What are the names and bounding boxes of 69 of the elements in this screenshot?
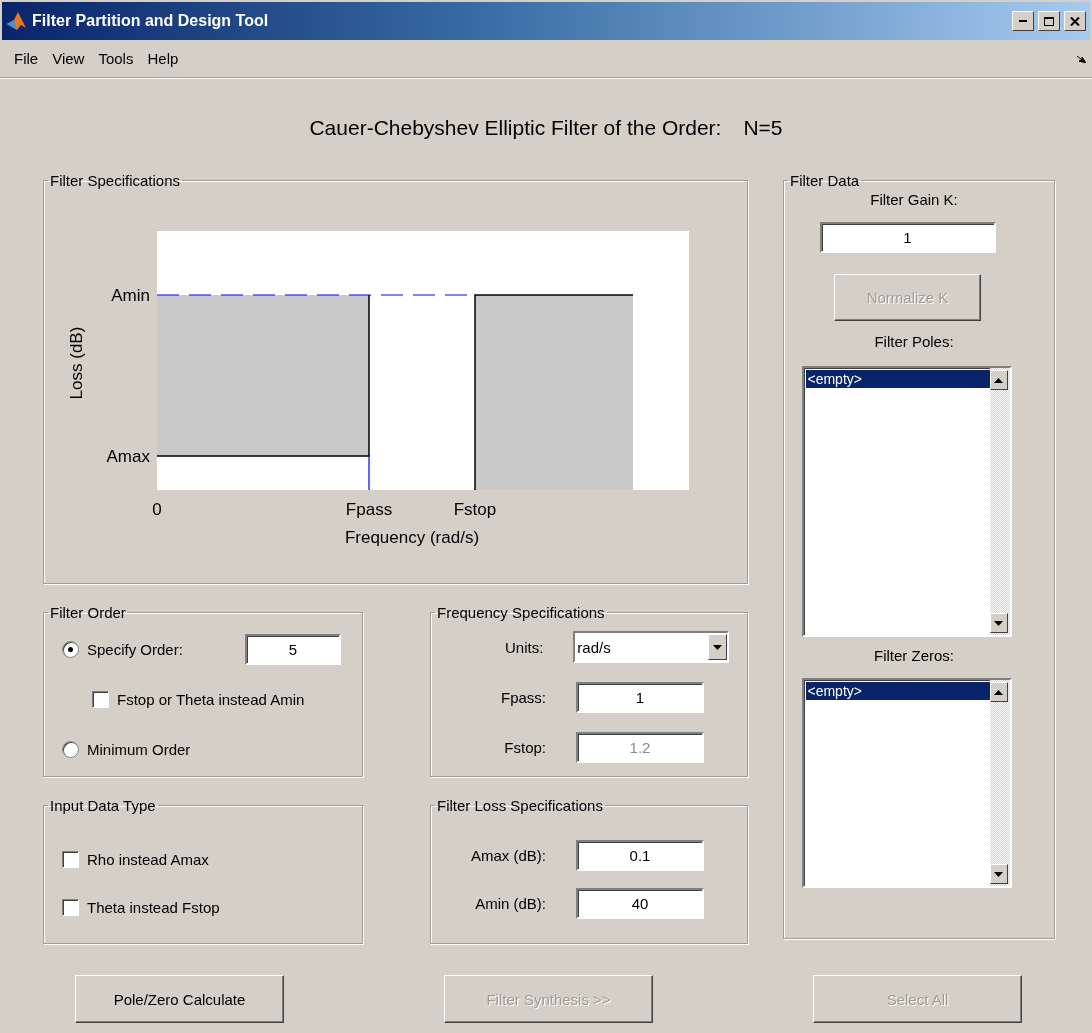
menu-item[interactable]: View	[45, 50, 92, 67]
panel-title: Filter Specifications	[49, 172, 182, 189]
option-label: Rho instead Amax	[87, 850, 209, 868]
number-field[interactable]: 0.1	[576, 839, 704, 871]
maximize-button[interactable]	[1038, 11, 1060, 31]
menu-item[interactable]: File	[7, 50, 46, 67]
number-field[interactable]: 1	[576, 681, 704, 713]
units-dropdown[interactable]: rad/s	[573, 631, 729, 663]
axis-label: Fpass	[345, 500, 393, 519]
axis-label: Amax	[106, 447, 150, 466]
axis-label: Amin	[111, 286, 150, 305]
list-box[interactable]: <empty>	[801, 366, 1012, 637]
scroll-down-button[interactable]	[989, 613, 1008, 633]
menu-item[interactable]: Help	[140, 50, 186, 67]
gain-label: Filter Gain K:	[870, 191, 958, 208]
gain-field[interactable]: 1	[819, 222, 996, 253]
dropdown-arrow-icon	[713, 644, 722, 650]
field-label: Fstop:	[503, 738, 547, 756]
y-axis-title: Loss (dB)	[67, 326, 86, 400]
app-logo-icon	[6, 10, 28, 32]
option-label: Theta instead Fstop	[87, 898, 220, 916]
scroll-down-button[interactable]	[989, 864, 1008, 884]
down-arrow-icon	[994, 871, 1003, 877]
scroll-up-button[interactable]	[989, 682, 1008, 702]
minimize-button[interactable]	[1012, 11, 1034, 31]
scroll-up-button[interactable]	[989, 370, 1008, 390]
list-box[interactable]: <empty>	[801, 678, 1012, 888]
field-label: Units:	[503, 638, 545, 656]
option-label: Fstop or Theta instead Amin	[117, 690, 305, 708]
radio-button[interactable]	[62, 640, 79, 658]
option-label: Minimum Order	[87, 740, 191, 758]
list-item[interactable]: <empty>	[805, 682, 990, 700]
down-arrow-icon	[994, 620, 1003, 626]
option-label: Specify Order:	[87, 640, 184, 658]
axis-label: Fstop	[453, 500, 497, 519]
order-field[interactable]: 5	[245, 633, 341, 665]
radio-button[interactable]	[62, 740, 79, 758]
filter-order-value: N=5	[743, 116, 783, 140]
checkbox[interactable]	[62, 898, 79, 916]
menu-item[interactable]: Tools	[91, 50, 141, 67]
maximize-icon	[1044, 16, 1054, 26]
panel-title: Filter Loss Specifications	[436, 797, 604, 814]
close-button[interactable]	[1064, 11, 1086, 31]
checkbox[interactable]	[62, 850, 79, 868]
panel-title: Input Data Type	[49, 797, 157, 814]
x-axis-title: Frequency (rad/s)	[344, 528, 480, 547]
checkbox[interactable]	[92, 690, 109, 708]
number-field[interactable]: 40	[576, 887, 704, 919]
window-title: Filter Partition and Design Tool	[32, 12, 270, 30]
list-item[interactable]: <empty>	[805, 370, 990, 388]
up-arrow-icon	[994, 377, 1003, 383]
field-label: Fpass:	[500, 688, 547, 706]
panel-title: Frequency Specifications	[436, 604, 606, 621]
field-label: Amax (dB):	[470, 846, 547, 864]
action-button[interactable]: Pole/Zero Calculate	[75, 975, 284, 1023]
panel-title: Filter Data	[789, 172, 861, 189]
panel-title: Filter Order	[49, 604, 127, 621]
axis-label: 0	[152, 500, 162, 519]
plot-heading: Cauer-Chebyshev Elliptic Filter of the Order:	[309, 116, 722, 140]
up-arrow-icon	[994, 689, 1003, 695]
fpass-marker-line	[368, 455, 370, 491]
list-label: Filter Zeros:	[874, 647, 954, 664]
scroll-bar[interactable]	[989, 368, 1010, 635]
scroll-bar[interactable]	[989, 680, 1010, 886]
dock-arrow-icon[interactable]	[1077, 54, 1086, 63]
field-label: Amin (dB):	[474, 894, 547, 912]
minimize-icon	[1019, 20, 1027, 22]
close-icon	[1070, 16, 1080, 26]
list-label: Filter Poles:	[874, 333, 954, 350]
